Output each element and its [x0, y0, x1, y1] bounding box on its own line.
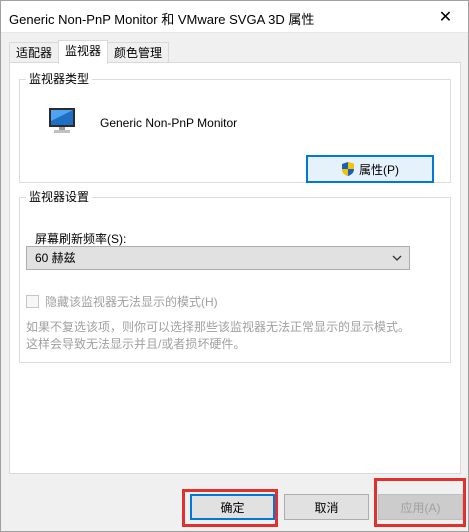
monitor-type-group-label: 监视器类型 — [26, 72, 93, 86]
properties-button[interactable]: 属性(P) — [306, 155, 434, 183]
cancel-button[interactable]: 取消 — [284, 494, 369, 520]
monitor-settings-group-label: 监视器设置 — [26, 190, 93, 204]
shield-icon — [342, 162, 354, 176]
refresh-rate-label: 屏幕刷新频率(S): — [35, 232, 127, 246]
tab-adapter[interactable]: 适配器 — [9, 42, 60, 63]
close-button[interactable]: ✕ — [423, 1, 468, 32]
chevron-down-icon — [392, 255, 402, 261]
refresh-rate-value: 60 赫兹 — [35, 251, 76, 265]
monitor-type-group: 监视器类型 Generic Non-PnP Monitor 属性(P) — [19, 72, 451, 183]
description-line-2: 这样会导致无法显示并且/或者损坏硬件。 — [26, 337, 246, 351]
monitor-name: Generic Non-PnP Monitor — [100, 116, 238, 130]
properties-dialog: Generic Non-PnP Monitor 和 VMware SVGA 3D… — [0, 0, 469, 532]
window-title: Generic Non-PnP Monitor 和 VMware SVGA 3D… — [9, 12, 315, 27]
monitor-icon — [49, 108, 75, 133]
refresh-rate-select[interactable]: 60 赫兹 — [26, 246, 410, 270]
tab-color-management[interactable]: 颜色管理 — [107, 42, 170, 63]
description-line-1: 如果不复选该项，则你可以选择那些该监视器无法正常显示的显示模式。 — [26, 320, 411, 334]
title-bar: Generic Non-PnP Monitor 和 VMware SVGA 3D… — [1, 1, 468, 33]
properties-button-label: 属性(P) — [359, 162, 399, 177]
hide-modes-checkbox-row[interactable]: 隐藏该监视器无法显示的模式(H) — [26, 293, 218, 310]
hide-modes-checkbox[interactable] — [26, 295, 39, 308]
tab-monitor[interactable]: 监视器 — [58, 40, 109, 64]
ok-button[interactable]: 确定 — [190, 494, 275, 520]
hide-modes-checkbox-label: 隐藏该监视器无法显示的模式(H) — [45, 295, 218, 309]
apply-button[interactable]: 应用(A) — [378, 494, 463, 520]
